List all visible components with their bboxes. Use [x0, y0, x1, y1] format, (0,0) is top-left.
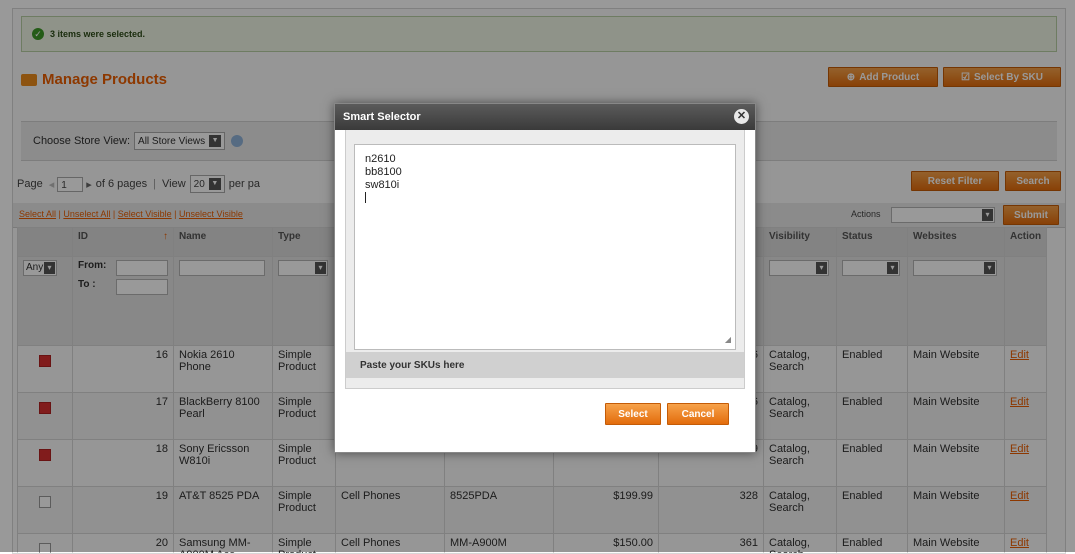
- sku-textarea[interactable]: n2610bb8100sw810i ◢: [354, 144, 736, 350]
- cancel-button[interactable]: Cancel: [667, 403, 729, 425]
- dialog-title: Smart Selector: [343, 111, 421, 123]
- smart-selector-dialog: Smart Selector ✕ n2610bb8100sw810i ◢ Pas…: [334, 103, 756, 453]
- dialog-header: Smart Selector ✕: [335, 104, 755, 130]
- sku-line: bb8100: [365, 166, 725, 179]
- sku-hint: Paste your SKUs here: [346, 352, 744, 378]
- sku-line: n2610: [365, 153, 725, 166]
- text-cursor: [365, 192, 366, 203]
- cancel-label: Cancel: [682, 409, 715, 420]
- select-label: Select: [618, 409, 647, 420]
- resize-grip-icon[interactable]: ◢: [725, 333, 731, 346]
- dialog-body: n2610bb8100sw810i ◢ Paste your SKUs here: [345, 130, 745, 389]
- select-button[interactable]: Select: [605, 403, 661, 425]
- sku-line: sw810i: [365, 179, 725, 192]
- close-icon[interactable]: ✕: [734, 109, 749, 124]
